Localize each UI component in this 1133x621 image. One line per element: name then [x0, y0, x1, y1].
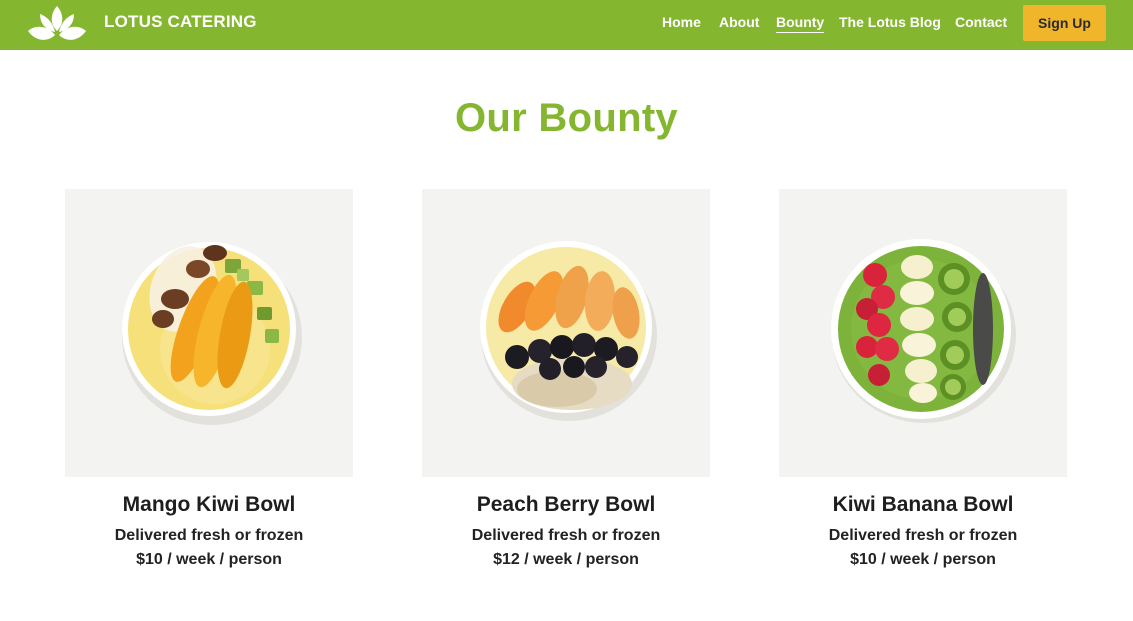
main-nav: Home About Bounty The Lotus Blog Contact	[0, 13, 1133, 33]
product-price: $10 / week / person	[136, 551, 282, 568]
site-header: LOTUS CATERING Home About Bounty The Lot…	[0, 0, 1133, 50]
product-card-mango-kiwi[interactable]: Mango Kiwi Bowl Delivered fresh or froze…	[65, 189, 353, 569]
product-delivery: Delivered fresh or frozen	[114, 527, 304, 544]
nav-contact[interactable]: Contact	[955, 13, 1007, 31]
product-name[interactable]: Mango Kiwi Bowl	[65, 493, 353, 517]
product-price: $12 / week / person	[493, 551, 639, 568]
product-image[interactable]	[779, 189, 1067, 477]
nav-blog[interactable]: The Lotus Blog	[839, 13, 941, 31]
nav-bounty[interactable]: Bounty	[776, 13, 825, 33]
product-name[interactable]: Kiwi Banana Bowl	[779, 493, 1067, 517]
product-delivery: Delivered fresh or frozen	[828, 527, 1018, 544]
product-card-peach-berry[interactable]: Peach Berry Bowl Delivered fresh or froz…	[422, 189, 710, 569]
product-price: $10 / week / person	[850, 551, 996, 568]
nav-home[interactable]: Home	[662, 13, 701, 31]
product-image[interactable]	[65, 189, 353, 477]
page-title: Our Bounty	[455, 96, 678, 140]
sign-up-button[interactable]: Sign Up	[1023, 5, 1106, 41]
product-delivery: Delivered fresh or frozen	[471, 527, 661, 544]
product-card-kiwi-banana[interactable]: Kiwi Banana Bowl Delivered fresh or froz…	[779, 189, 1067, 569]
nav-about[interactable]: About	[719, 13, 759, 31]
product-image[interactable]	[422, 189, 710, 477]
product-name[interactable]: Peach Berry Bowl	[422, 493, 710, 517]
